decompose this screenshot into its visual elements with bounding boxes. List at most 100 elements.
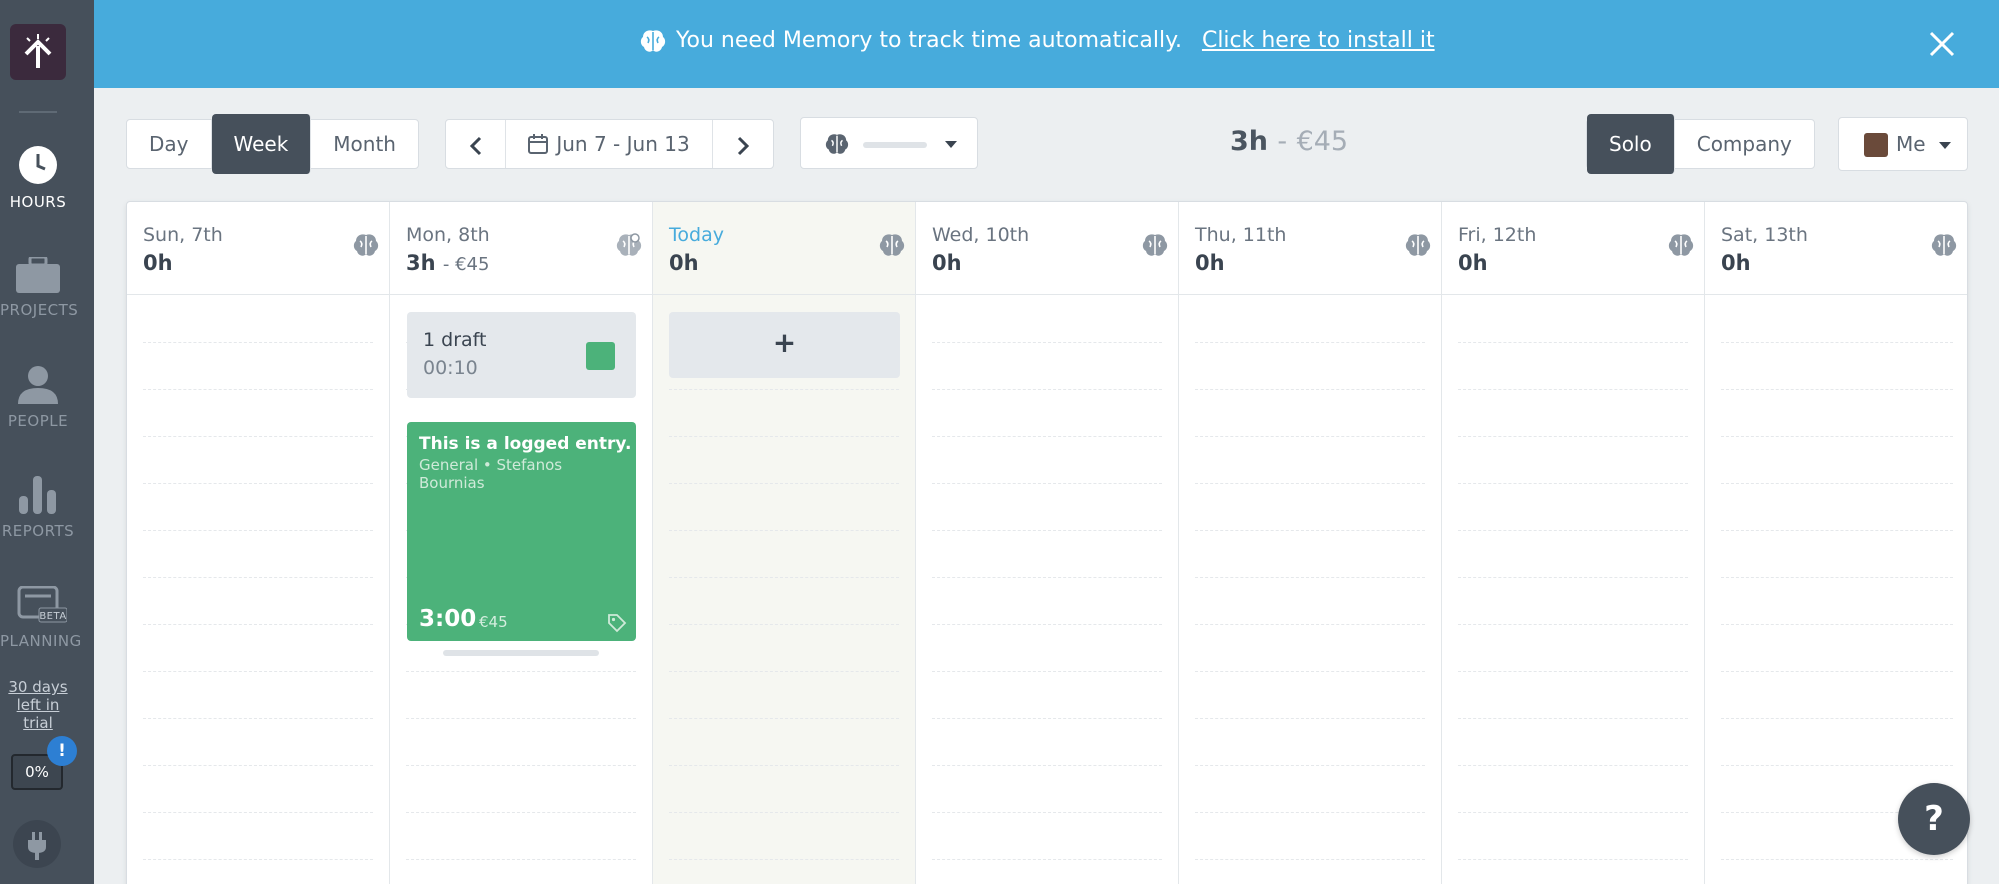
hour-gridline: [1195, 859, 1425, 860]
day-total: 0h: [1721, 251, 1751, 275]
entry-title: This is a logged entry.: [419, 434, 632, 454]
day-hours: 0h: [932, 251, 962, 275]
view-week-button[interactable]: Week: [211, 114, 312, 174]
day-header: Mon, 8th 3h - €45: [390, 202, 652, 295]
day-name: Thu, 11th: [1195, 224, 1287, 246]
prev-week-button[interactable]: [446, 120, 506, 168]
sidebar-item-people[interactable]: PEOPLE: [0, 366, 76, 430]
brain-icon[interactable]: [1931, 233, 1957, 257]
day-hours: 0h: [143, 251, 173, 275]
memory-placeholder-bar: [863, 142, 927, 148]
hour-gridline: [1458, 530, 1688, 531]
hour-gridline: [932, 530, 1162, 531]
chevron-right-icon: [737, 136, 749, 155]
sidebar-item-label: HOURS: [9, 193, 67, 211]
day-column-wed[interactable]: Wed, 10th 0h: [916, 202, 1179, 884]
chevron-left-icon: [469, 136, 481, 155]
brain-icon[interactable]: [616, 233, 642, 257]
user-menu-button[interactable]: Me: [1838, 117, 1968, 171]
hour-gridline: [1721, 436, 1953, 437]
help-button[interactable]: ?: [1898, 783, 1970, 855]
day-name: Wed, 10th: [932, 224, 1030, 246]
day-header: Sun, 7th 0h: [127, 202, 389, 295]
hour-gridline: [406, 812, 636, 813]
hour-gridline: [669, 718, 899, 719]
integrations-button[interactable]: [13, 820, 61, 868]
hour-gridline: [669, 765, 899, 766]
draft-card[interactable]: 1 draft 00:10: [407, 312, 636, 398]
sidebar-item-projects[interactable]: PROJECTS: [0, 257, 78, 319]
hour-gridline: [143, 577, 373, 578]
brain-icon[interactable]: [879, 233, 905, 257]
view-day-button[interactable]: Day: [127, 120, 212, 168]
hour-gridline: [143, 624, 373, 625]
hour-gridline: [1195, 483, 1425, 484]
memory-banner: You need Memory to track time automatica…: [94, 0, 1999, 88]
calendar-icon: [528, 134, 548, 154]
hour-gridline: [1458, 436, 1688, 437]
day-total: 0h: [143, 251, 173, 275]
trial-link[interactable]: 30 days left in trial: [0, 678, 76, 732]
install-memory-link[interactable]: Click here to install it: [1202, 28, 1435, 53]
day-column-today[interactable]: Today 0h: [653, 202, 916, 884]
time-entry-card[interactable]: This is a logged entry. General • Stefan…: [407, 422, 636, 641]
close-banner-button[interactable]: [1924, 26, 1960, 62]
hour-gridline: [932, 342, 1162, 343]
tag-icon[interactable]: [607, 613, 627, 633]
hour-gridline: [143, 530, 373, 531]
next-week-button[interactable]: [713, 120, 773, 168]
hour-gridline: [1195, 530, 1425, 531]
sidebar-item-hours[interactable]: HOURS: [0, 145, 76, 211]
planning-icon: BETA: [17, 586, 67, 623]
sidebar-item-planning[interactable]: BETA PLANNING: [0, 586, 81, 650]
day-hours: 3h: [406, 251, 436, 275]
clock-icon: [19, 146, 57, 184]
entry-meta: General • Stefanos Bournias: [419, 456, 563, 492]
hour-gridline: [1195, 577, 1425, 578]
sidebar-item-reports[interactable]: REPORTS: [0, 474, 76, 540]
memory-selector[interactable]: [800, 117, 978, 169]
day-column-thu[interactable]: Thu, 11th 0h: [1179, 202, 1442, 884]
hour-gridline: [143, 436, 373, 437]
hour-gridline: [406, 718, 636, 719]
day-column-sun[interactable]: Sun, 7th 0h: [127, 202, 390, 884]
hour-gridline: [1721, 483, 1953, 484]
date-range-button[interactable]: Jun 7 - Jun 13: [506, 120, 713, 168]
view-month-button[interactable]: Month: [311, 120, 418, 168]
draft-color-swatch: [586, 342, 615, 370]
brain-icon[interactable]: [1405, 233, 1431, 257]
app-logo[interactable]: [10, 24, 66, 80]
day-column-sat[interactable]: Sat, 13th 0h: [1705, 202, 1967, 884]
hour-gridline: [143, 389, 373, 390]
brain-icon[interactable]: [353, 233, 379, 257]
hour-gridline: [1195, 718, 1425, 719]
notice-badge[interactable]: !: [47, 736, 77, 766]
entry-resize-handle[interactable]: [443, 650, 599, 656]
scope-solo-button[interactable]: Solo: [1587, 114, 1675, 174]
day-header: Sat, 13th 0h: [1705, 202, 1967, 295]
hour-gridline: [143, 812, 373, 813]
hour-gridline: [932, 812, 1162, 813]
brain-icon[interactable]: [1668, 233, 1694, 257]
week-calendar: Sun, 7th 0h Mon, 8th 3h - €45 Today 0h W…: [126, 201, 1968, 884]
sidebar: HOURS PROJECTS PEOPLE REPORTS BETA PLANN: [0, 0, 94, 884]
hour-gridline: [1195, 624, 1425, 625]
brain-icon[interactable]: [1142, 233, 1168, 257]
hour-gridline: [669, 859, 899, 860]
hour-gridline: [1721, 342, 1953, 343]
day-column-fri[interactable]: Fri, 12th 0h: [1442, 202, 1705, 884]
scope-company-button[interactable]: Company: [1675, 120, 1814, 168]
trial-days: 30 days: [8, 678, 68, 696]
hour-gridline: [1721, 718, 1953, 719]
entry-money: €45: [479, 613, 508, 631]
day-header: Wed, 10th 0h: [916, 202, 1178, 295]
plug-icon: [28, 832, 46, 860]
hour-gridline: [1458, 483, 1688, 484]
day-total: 3h - €45: [406, 251, 489, 275]
add-entry-button[interactable]: +: [669, 312, 900, 378]
day-total: 0h: [669, 251, 699, 275]
hour-gridline: [932, 765, 1162, 766]
hour-gridline: [932, 577, 1162, 578]
bar-chart-icon: [19, 476, 56, 514]
hour-gridline: [1721, 577, 1953, 578]
